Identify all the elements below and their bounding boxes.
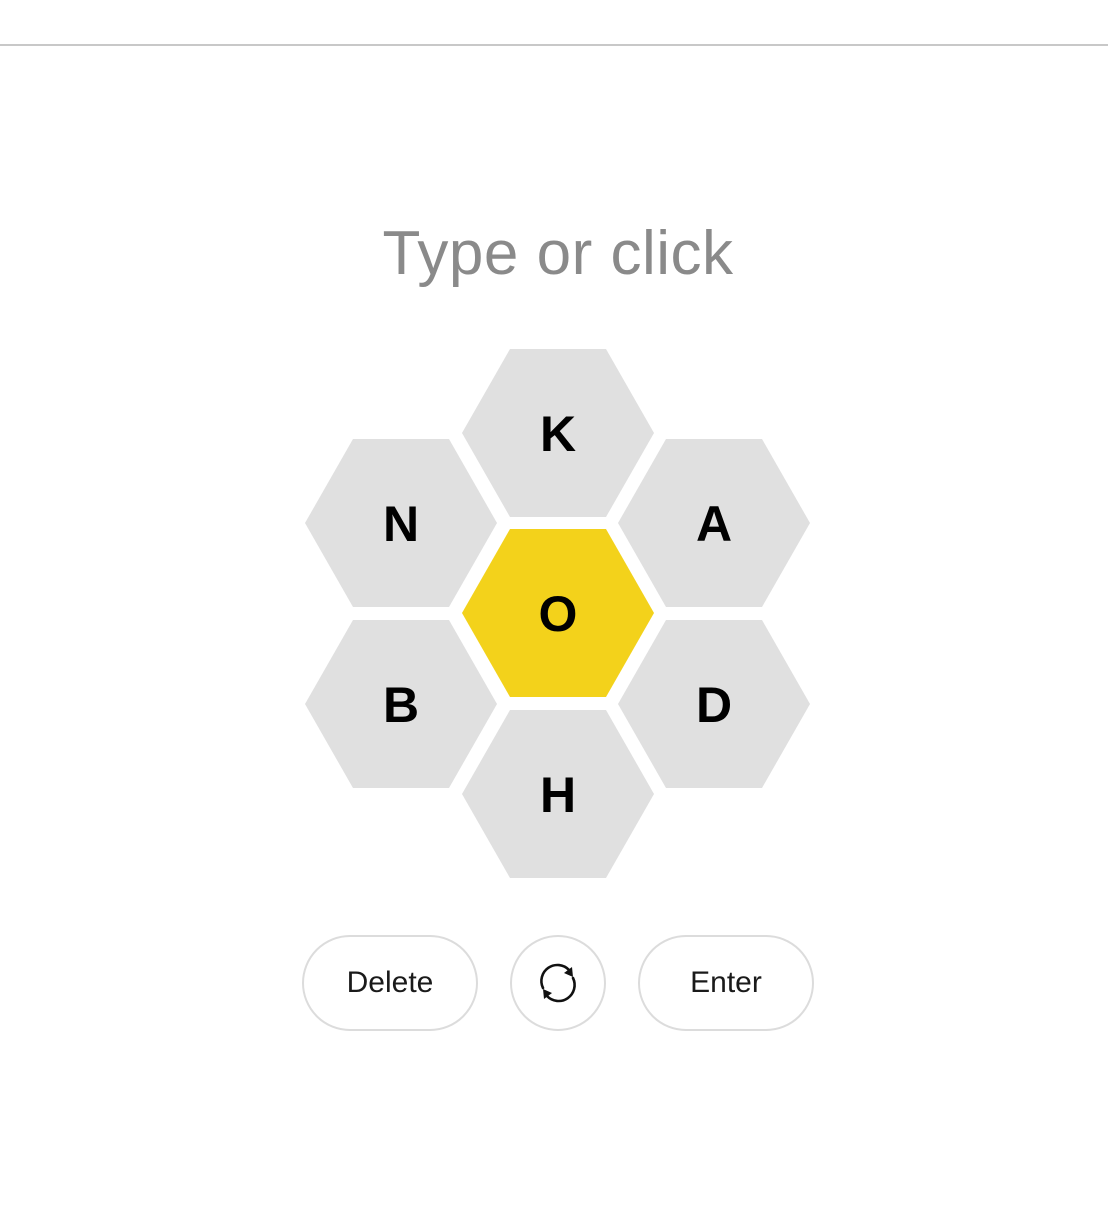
hive-cell-top-shape[interactable] (462, 349, 654, 517)
hive-cell-lower-left-shape[interactable] (305, 620, 497, 788)
hive-cell-bottom-shape[interactable] (462, 710, 654, 878)
hive-cell-center-shape[interactable] (462, 529, 654, 697)
hive-cell-upper-right[interactable]: A (618, 439, 810, 607)
hive-cell-center[interactable]: O (462, 529, 654, 697)
hive-cell-lower-right-shape[interactable] (618, 620, 810, 788)
enter-button-label: Enter (690, 966, 762, 999)
hive-cell-top[interactable]: K (462, 349, 654, 517)
enter-button[interactable]: Enter (638, 935, 814, 1031)
shuffle-button[interactable] (510, 935, 606, 1031)
delete-button-label: Delete (346, 966, 434, 999)
hive-cell-bottom[interactable]: H (462, 710, 654, 878)
shuffle-icon (540, 963, 576, 1003)
hive-cell-upper-right-shape[interactable] (618, 439, 810, 607)
delete-button[interactable]: Delete (302, 935, 478, 1031)
hive-cell-upper-left[interactable]: N (305, 439, 497, 607)
hive-cell-lower-left[interactable]: B (305, 620, 497, 788)
hive-cell-upper-left-shape[interactable] (305, 439, 497, 607)
hive-cell-lower-right[interactable]: D (618, 620, 810, 788)
letter-hive: K N A O B D H (305, 349, 810, 878)
